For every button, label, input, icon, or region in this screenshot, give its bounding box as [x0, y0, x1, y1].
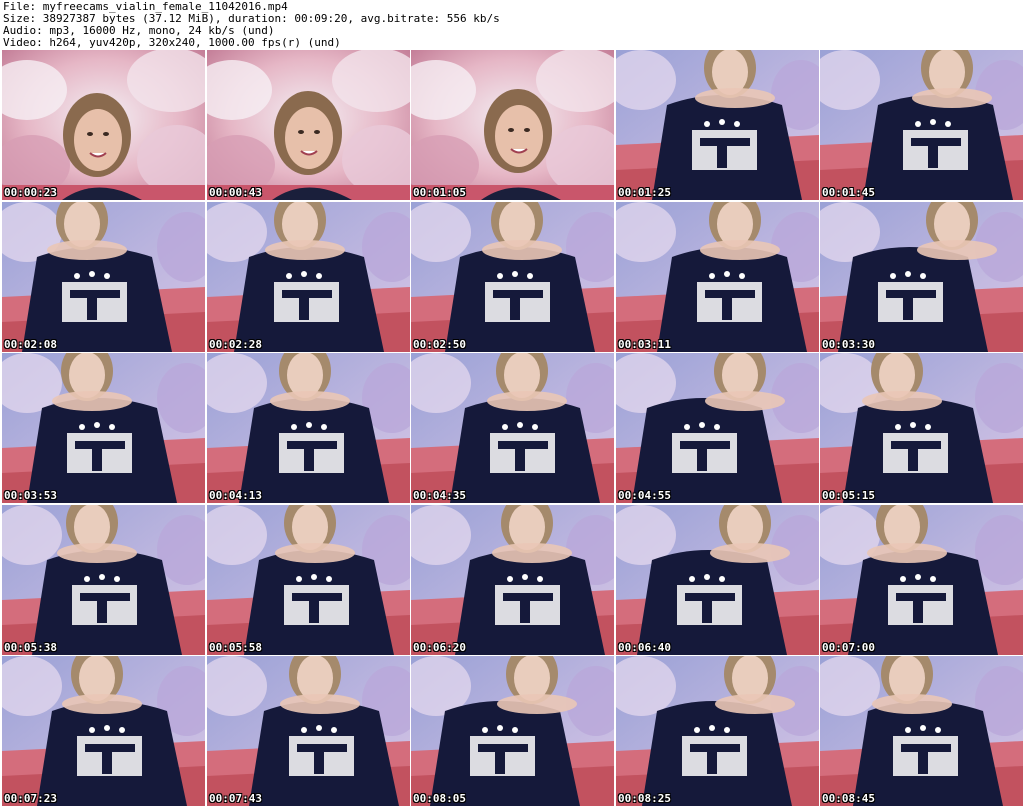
- frame-image: [616, 353, 819, 503]
- frame-image: [820, 50, 1023, 200]
- file-info-header: File: myfreecams_vialin_female_11042016.…: [0, 0, 1024, 50]
- video-thumbnail: 00:00:43: [207, 50, 410, 200]
- video-thumbnail: 00:02:50: [411, 202, 614, 352]
- thumbnail-timestamp: 00:03:53: [4, 489, 57, 502]
- frame-image: [616, 202, 819, 352]
- thumbnail-timestamp: 00:02:28: [209, 338, 262, 351]
- thumbnail-timestamp: 00:02:50: [413, 338, 466, 351]
- video-thumbnail: 00:05:58: [207, 505, 410, 655]
- video-thumbnail: 00:00:23: [2, 50, 205, 200]
- video-thumbnail: 00:07:00: [820, 505, 1023, 655]
- frame-image: [207, 50, 410, 200]
- video-thumbnail: 00:07:43: [207, 656, 410, 806]
- thumbnail-timestamp: 00:01:25: [618, 186, 671, 199]
- thumbnail-timestamp: 00:03:30: [822, 338, 875, 351]
- frame-image: [411, 505, 614, 655]
- video-thumbnail: 00:01:45: [820, 50, 1023, 200]
- frame-image: [820, 656, 1023, 806]
- frame-image: [820, 202, 1023, 352]
- video-thumbnail: 00:03:53: [2, 353, 205, 503]
- video-thumbnail: 00:04:35: [411, 353, 614, 503]
- thumbnail-timestamp: 00:00:23: [4, 186, 57, 199]
- thumbnail-timestamp: 00:06:20: [413, 641, 466, 654]
- frame-image: [411, 202, 614, 352]
- video-thumbnail: 00:01:25: [616, 50, 819, 200]
- video-thumbnail: 00:02:08: [2, 202, 205, 352]
- thumbnail-timestamp: 00:07:00: [822, 641, 875, 654]
- thumbnail-timestamp: 00:05:58: [209, 641, 262, 654]
- frame-image: [2, 50, 205, 200]
- frame-image: [207, 656, 410, 806]
- thumbnail-timestamp: 00:05:15: [822, 489, 875, 502]
- video-thumbnail: 00:05:38: [2, 505, 205, 655]
- video-thumbnail: 00:05:15: [820, 353, 1023, 503]
- thumbnail-timestamp: 00:00:43: [209, 186, 262, 199]
- frame-image: [411, 50, 614, 200]
- frame-image: [2, 656, 205, 806]
- video-thumbnail: 00:08:45: [820, 656, 1023, 806]
- thumbnail-timestamp: 00:07:43: [209, 792, 262, 805]
- video-thumbnail: 00:06:40: [616, 505, 819, 655]
- thumbnail-timestamp: 00:08:45: [822, 792, 875, 805]
- thumbnail-timestamp: 00:04:13: [209, 489, 262, 502]
- thumbnail-timestamp: 00:01:45: [822, 186, 875, 199]
- thumbnail-timestamp: 00:06:40: [618, 641, 671, 654]
- video-info-line: Video: h264, yuv420p, 320x240, 1000.00 f…: [3, 36, 341, 49]
- thumbnail-timestamp: 00:04:55: [618, 489, 671, 502]
- frame-image: [2, 505, 205, 655]
- thumbnail-grid: 00:00:23 00:00:43 00:01:05 00:01:25 00:0…: [0, 50, 1024, 811]
- thumbnail-timestamp: 00:01:05: [413, 186, 466, 199]
- video-thumbnail: 00:07:23: [2, 656, 205, 806]
- thumbnail-timestamp: 00:04:35: [413, 489, 466, 502]
- frame-image: [207, 202, 410, 352]
- frame-image: [2, 202, 205, 352]
- frame-image: [820, 353, 1023, 503]
- thumbnail-timestamp: 00:05:38: [4, 641, 57, 654]
- frame-image: [2, 353, 205, 503]
- frame-image: [616, 505, 819, 655]
- video-thumbnail: 00:01:05: [411, 50, 614, 200]
- frame-image: [207, 353, 410, 503]
- frame-image: [411, 353, 614, 503]
- thumbnail-timestamp: 00:07:23: [4, 792, 57, 805]
- frame-image: [820, 505, 1023, 655]
- thumbnail-timestamp: 00:08:25: [618, 792, 671, 805]
- video-thumbnail: 00:08:25: [616, 656, 819, 806]
- video-thumbnail: 00:03:30: [820, 202, 1023, 352]
- video-thumbnail: 00:04:55: [616, 353, 819, 503]
- thumbnail-timestamp: 00:03:11: [618, 338, 671, 351]
- video-thumbnail: 00:03:11: [616, 202, 819, 352]
- frame-image: [616, 656, 819, 806]
- thumbnail-timestamp: 00:02:08: [4, 338, 57, 351]
- frame-image: [207, 505, 410, 655]
- frame-image: [411, 656, 614, 806]
- video-thumbnail: 00:04:13: [207, 353, 410, 503]
- video-thumbnail: 00:02:28: [207, 202, 410, 352]
- video-thumbnail: 00:06:20: [411, 505, 614, 655]
- frame-image: [616, 50, 819, 200]
- video-thumbnail: 00:08:05: [411, 656, 614, 806]
- thumbnail-timestamp: 00:08:05: [413, 792, 466, 805]
